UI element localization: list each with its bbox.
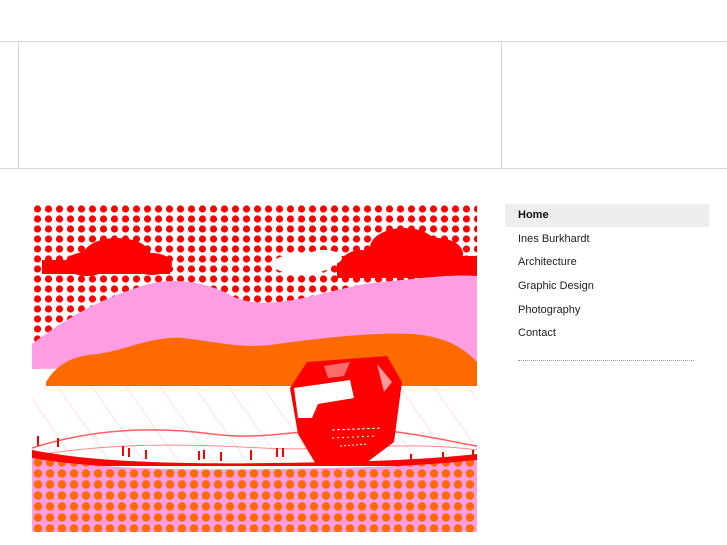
main-nav: Home Ines Burkhardt Architecture Graphic… [505, 204, 709, 346]
header-left-divider [18, 41, 19, 168]
nav-item-architecture[interactable]: Architecture [505, 251, 709, 274]
nav-item-ines-burkhardt[interactable]: Ines Burkhardt [505, 228, 709, 251]
header-right-divider [501, 41, 502, 168]
artwork-illustration [32, 204, 477, 532]
nav-item-graphic-design[interactable]: Graphic Design [505, 275, 709, 298]
nav-separator [518, 360, 694, 361]
featured-artwork[interactable] [32, 204, 477, 532]
nav-item-contact[interactable]: Contact [505, 322, 709, 345]
nav-item-photography[interactable]: Photography [505, 299, 709, 322]
header-top-rule [0, 41, 727, 42]
nav-item-home[interactable]: Home [505, 204, 709, 227]
header-bottom-rule [0, 168, 727, 169]
